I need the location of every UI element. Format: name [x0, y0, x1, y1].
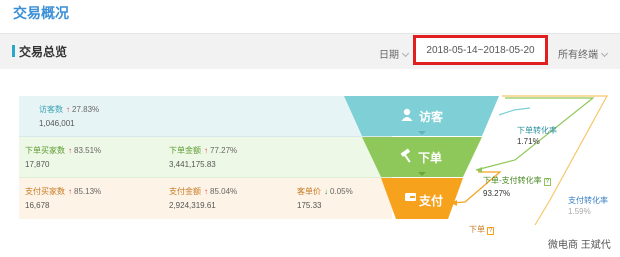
funnel-stage-pay: 支付	[419, 194, 444, 208]
help-icon[interactable]: ?	[487, 227, 495, 235]
order-pay-conversion: 下单-支付转化率? 93.27%	[483, 175, 552, 199]
help-icon[interactable]: ?	[543, 178, 552, 186]
conversion-value: 1.71%	[517, 137, 540, 146]
order-rate-note: 下单?	[469, 224, 495, 237]
order-conversion: 下单转化率 1.71%	[517, 125, 557, 147]
connector-visit	[498, 107, 531, 116]
conversion-label: 支付转化率	[568, 196, 608, 205]
pay-conversion: 支付转化率 1.59%	[568, 195, 608, 217]
user-icon	[403, 108, 411, 116]
watermark: 微电商 王斌代	[548, 240, 611, 251]
conversion-value: 93.27%	[483, 189, 511, 198]
conversion-value: 1.59%	[568, 207, 591, 216]
conversion-label: 下单转化率	[517, 126, 557, 135]
funnel-stage-order: 下单	[418, 151, 443, 165]
conversion-label: 下单-支付转化率?	[483, 176, 552, 186]
wallet-slot-icon	[410, 196, 415, 198]
funnel-stage-visit: 访客	[419, 110, 444, 124]
conversion-label: 下单?	[469, 225, 495, 235]
